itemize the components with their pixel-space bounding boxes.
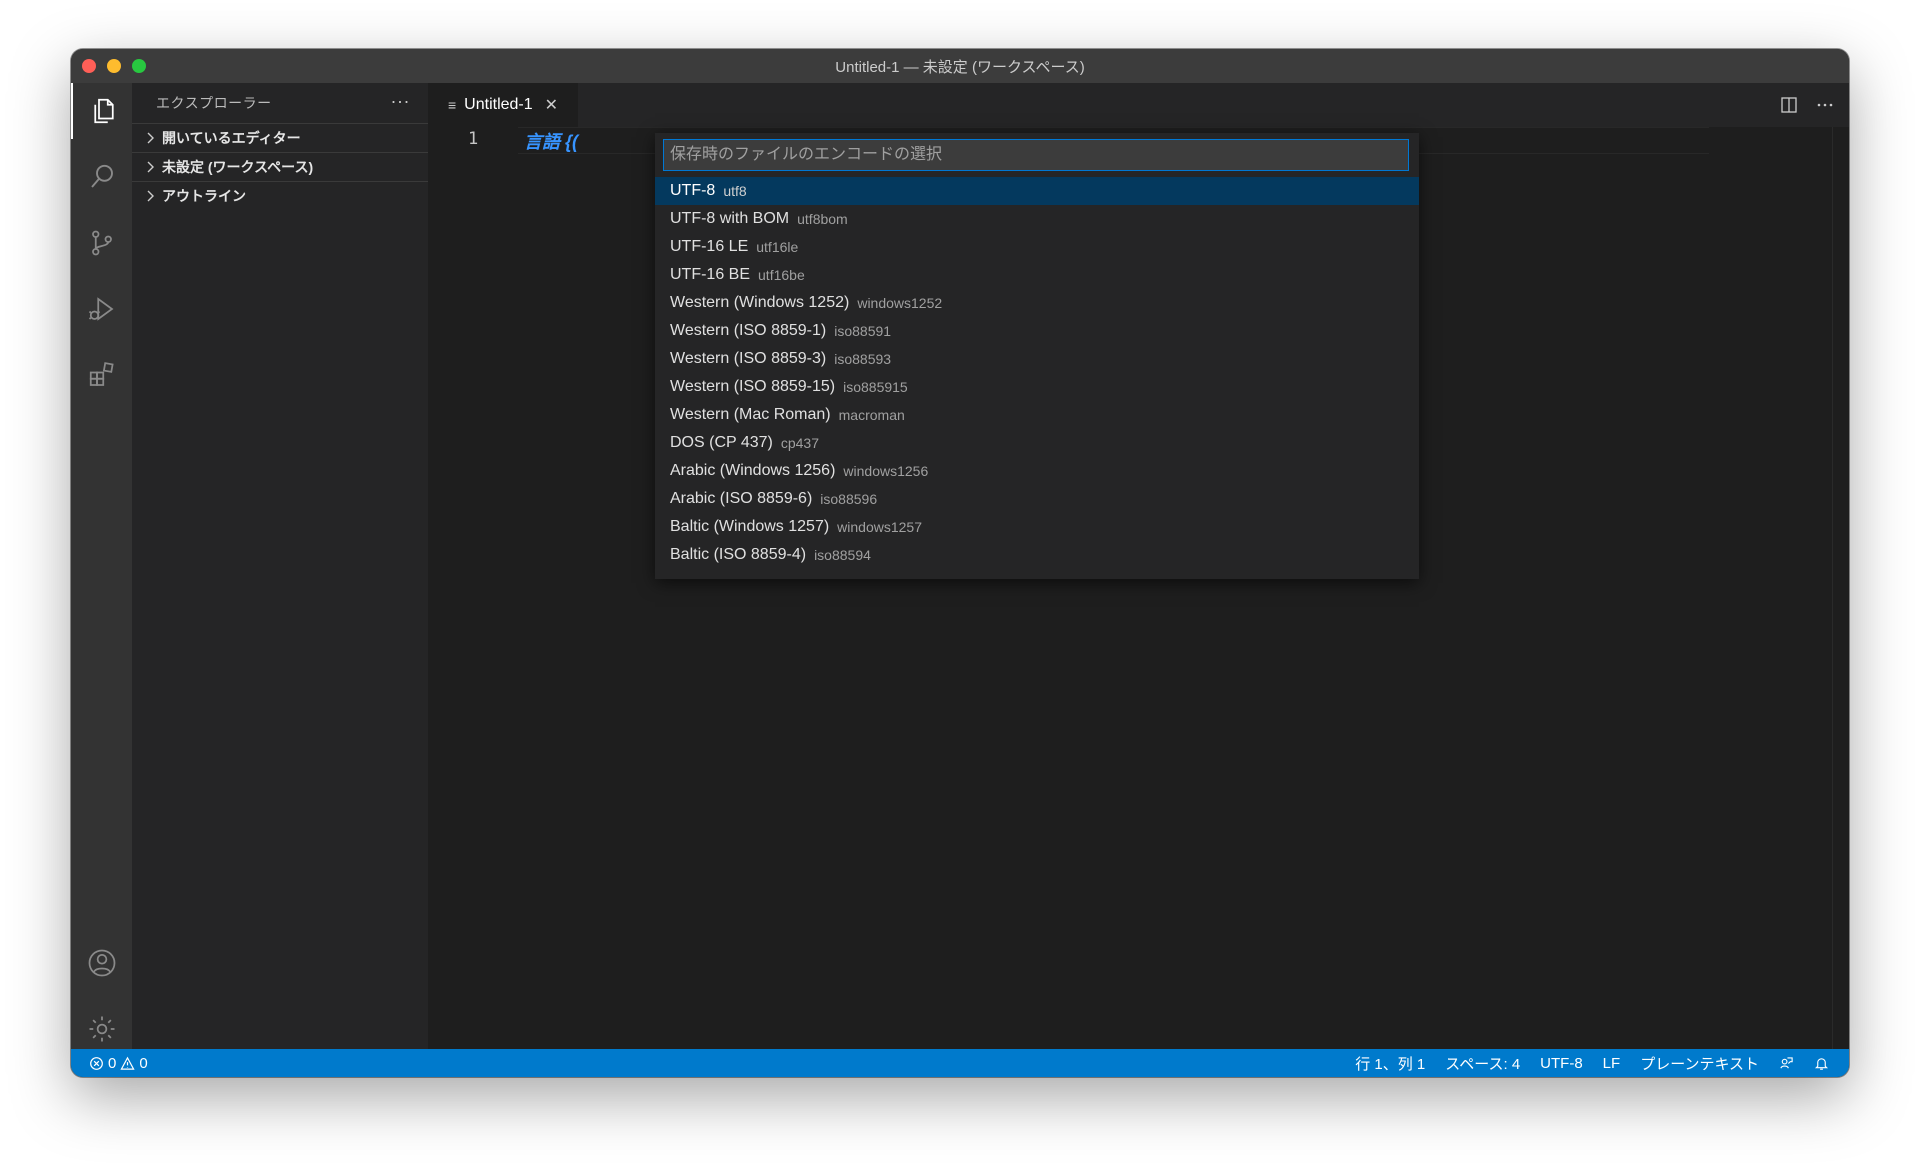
- search-icon[interactable]: [71, 149, 132, 205]
- item-label: DOS (CP 437): [670, 434, 773, 451]
- item-label: Western (Mac Roman): [670, 406, 831, 423]
- item-label: UTF-16 LE: [670, 238, 749, 255]
- source-control-icon[interactable]: [71, 215, 132, 271]
- tab-bar: ≡ Untitled-1 ✕: [428, 83, 1849, 127]
- item-description: utf8bom: [797, 211, 848, 227]
- encoding-selector[interactable]: UTF-8: [1540, 1055, 1583, 1072]
- quick-pick-item[interactable]: UTF-8 with BOM utf8bom: [655, 205, 1419, 233]
- warning-icon: [120, 1056, 135, 1070]
- item-description: iso88594: [814, 547, 871, 563]
- item-description: utf16le: [756, 239, 799, 255]
- item-description: windows1252: [857, 295, 943, 311]
- sidebar-title: エクスプローラー: [156, 95, 272, 111]
- quick-pick-input[interactable]: [663, 139, 1409, 171]
- quick-pick-item[interactable]: Western (ISO 8859-15) iso885915: [655, 373, 1419, 401]
- eol-selector[interactable]: LF: [1603, 1055, 1621, 1072]
- quick-pick-item[interactable]: Western (ISO 8859-1) iso88591: [655, 317, 1419, 345]
- section-open-editors[interactable]: 開いているエディター: [132, 123, 428, 152]
- item-label: Arabic (Windows 1256): [670, 462, 836, 479]
- language-mode-selector[interactable]: プレーンテキスト: [1640, 1053, 1759, 1074]
- window-title: Untitled-1 — 未設定 (ワークスペース): [835, 58, 1085, 76]
- status-bar: 0 0 行 1、列 1 スペース: 4 UTF-8 LF プレーンテキスト: [71, 1049, 1849, 1077]
- section-outline[interactable]: アウトライン: [132, 181, 428, 210]
- quick-pick-item[interactable]: DOS (CP 437) cp437: [655, 429, 1419, 457]
- quick-pick-item[interactable]: UTF-8 utf8: [655, 177, 1419, 205]
- status-bar-right: 行 1、列 1 スペース: 4 UTF-8 LF プレーンテキスト: [1355, 1049, 1829, 1077]
- section-label: 未設定 (ワークスペース): [162, 159, 314, 175]
- explorer-icon[interactable]: [71, 83, 134, 139]
- maximize-window-button[interactable]: [132, 59, 146, 73]
- section-workspace[interactable]: 未設定 (ワークスペース): [132, 152, 428, 181]
- quick-pick-item[interactable]: Western (Windows 1252) windows1252: [655, 289, 1419, 317]
- quick-pick-item[interactable]: Baltic (Windows 1257) windows1257: [655, 513, 1419, 541]
- account-icon[interactable]: [71, 935, 132, 991]
- item-description: iso885915: [843, 379, 908, 395]
- sidebar-more-actions-icon[interactable]: ···: [391, 91, 410, 112]
- item-description: windows1256: [843, 463, 929, 479]
- run-debug-icon[interactable]: [71, 281, 132, 337]
- item-description: utf8: [723, 183, 747, 199]
- item-label: Western (ISO 8859-15): [670, 378, 836, 395]
- editor-actions: [1779, 95, 1835, 115]
- close-tab-icon[interactable]: ✕: [545, 95, 558, 115]
- minimize-window-button[interactable]: [107, 59, 121, 73]
- tab-untitled-1[interactable]: ≡ Untitled-1 ✕: [428, 83, 578, 127]
- line-number: 1: [468, 129, 479, 149]
- cursor-position[interactable]: 行 1、列 1: [1355, 1053, 1425, 1074]
- notifications-bell-icon[interactable]: [1814, 1056, 1829, 1071]
- item-description: utf16be: [758, 267, 805, 283]
- item-label: UTF-16 BE: [670, 266, 751, 283]
- indentation-setting[interactable]: スペース: 4: [1445, 1053, 1520, 1074]
- split-editor-icon[interactable]: [1779, 95, 1799, 115]
- feedback-icon[interactable]: [1779, 1056, 1794, 1071]
- item-label: Baltic (ISO 8859-4): [670, 546, 807, 563]
- sidebar-header: エクスプローラー ···: [132, 83, 428, 123]
- problems-status[interactable]: 0 0: [89, 1049, 148, 1077]
- item-description: iso88591: [834, 323, 892, 339]
- code-text[interactable]: 言語 {(: [524, 128, 578, 154]
- item-description: macroman: [838, 407, 905, 423]
- more-actions-icon[interactable]: [1815, 95, 1835, 115]
- chevron-right-icon: [147, 161, 154, 173]
- quick-pick-item[interactable]: UTF-16 LE utf16le: [655, 233, 1419, 261]
- text-file-icon: ≡: [448, 97, 457, 113]
- item-label: UTF-8: [670, 182, 716, 199]
- item-description: iso88593: [834, 351, 892, 367]
- title-bar: Untitled-1 — 未設定 (ワークスペース): [71, 49, 1849, 83]
- item-label: Western (ISO 8859-1): [670, 322, 827, 339]
- item-label: Western (ISO 8859-3): [670, 350, 827, 367]
- item-label: UTF-8 with BOM: [670, 210, 790, 227]
- item-description: iso88596: [820, 491, 878, 507]
- window-controls: [82, 59, 146, 73]
- quick-pick-item[interactable]: Arabic (Windows 1256) windows1256: [655, 457, 1419, 485]
- error-count: 0: [108, 1054, 117, 1072]
- extensions-icon[interactable]: [71, 347, 132, 403]
- vscode-window: Untitled-1 — 未設定 (ワークスペース) エクスプローラー ···: [71, 49, 1849, 1077]
- section-label: 開いているエディター: [162, 130, 301, 146]
- close-window-button[interactable]: [82, 59, 96, 73]
- warning-count: 0: [139, 1054, 148, 1072]
- chevron-right-icon: [147, 132, 154, 144]
- tab-label: Untitled-1: [464, 96, 533, 113]
- item-label: Arabic (ISO 8859-6): [670, 490, 813, 507]
- item-label: Baltic (Windows 1257): [670, 518, 830, 535]
- item-description: cp437: [780, 435, 820, 451]
- chevron-right-icon: [147, 190, 154, 202]
- quick-pick-item[interactable]: Western (Mac Roman) macroman: [655, 401, 1419, 429]
- quick-pick-item[interactable]: Arabic (ISO 8859-6) iso88596: [655, 485, 1419, 513]
- section-label: アウトライン: [162, 188, 246, 204]
- explorer-sidebar: エクスプローラー ··· 開いているエディター 未設定 (ワークスペース) アウ…: [132, 83, 428, 1049]
- encoding-quick-pick: UTF-8 utf8 UTF-8 with BOM utf8bom UTF-16 L…: [655, 133, 1419, 579]
- quick-pick-item[interactable]: Western (ISO 8859-3) iso88593: [655, 345, 1419, 373]
- quick-pick-item[interactable]: UTF-16 BE utf16be: [655, 261, 1419, 289]
- quick-pick-list: UTF-8 utf8 UTF-8 with BOM utf8bom UTF-16 L…: [655, 177, 1419, 569]
- activity-bar: [71, 83, 132, 1049]
- quick-pick-item[interactable]: Baltic (ISO 8859-4) iso88594: [655, 541, 1419, 569]
- item-description: windows1257: [837, 519, 923, 535]
- item-label: Western (Windows 1252): [670, 294, 850, 311]
- error-icon: [90, 1056, 103, 1070]
- vertical-scrollbar[interactable]: [1832, 127, 1849, 1049]
